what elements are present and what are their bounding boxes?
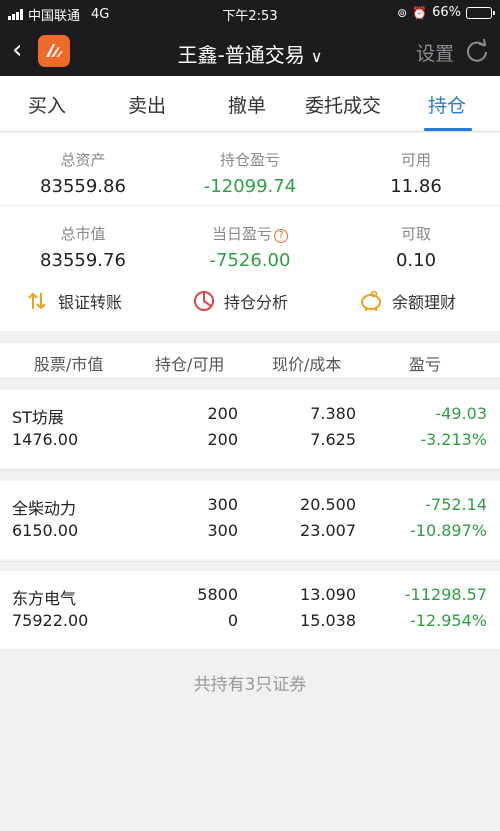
stock-pl: -49.03 — [435, 404, 487, 423]
stock-market-value: 75922.00 — [12, 611, 89, 630]
wealth-button[interactable]: 余额理财 — [358, 289, 456, 313]
today-pl-label: 当日盈亏 — [211, 225, 272, 243]
position-analysis-button[interactable]: 持仓分析 — [192, 289, 288, 313]
account-summary: 总资产 83559.86 持仓盈亏 -12099.74 可用 11.86 总市值… — [0, 133, 500, 331]
header-price: 现价/成本 — [272, 355, 342, 374]
withdrawable-value: 0.10 — [395, 250, 437, 271]
available-value: 11.86 — [390, 176, 442, 197]
stock-name: 全柴动力 — [12, 499, 77, 518]
stock-pl-pct: -12.954% — [410, 611, 487, 630]
stock-price: 20.500 — [300, 495, 356, 514]
stock-pl: -752.14 — [425, 495, 487, 514]
holding-row[interactable]: 东方电气 75922.00 5800 0 13.090 15.038 -1129… — [0, 571, 500, 649]
stock-cost: 15.038 — [300, 611, 356, 630]
row-divider — [0, 561, 500, 562]
withdrawable: 可取 0.10 — [333, 223, 499, 271]
battery-percent: 66% — [432, 5, 461, 20]
piggy-bank-icon — [361, 290, 381, 311]
status-bar: 中国联通 4G 下午2:53 ⊚ ⏰ 66% — [0, 0, 500, 26]
pie-chart-icon — [194, 291, 214, 311]
stock-name: ST坊展 — [12, 408, 64, 427]
trade-tabs: 买入 卖出 撤单 委托成交 持仓 — [0, 76, 500, 132]
holdings-table-header: 股票/市值 持仓/可用 现价/成本 盈亏 — [0, 343, 500, 379]
position-pl: 持仓盈亏 -12099.74 — [167, 149, 333, 197]
position-analysis-label: 持仓分析 — [224, 293, 289, 312]
rotation-lock-icon: ⊚ — [397, 5, 408, 20]
market-value-label: 总市值 — [60, 225, 106, 243]
active-tab-indicator — [424, 128, 472, 131]
header-stock: 股票/市值 — [34, 355, 104, 374]
header-pl: 盈亏 — [409, 355, 442, 374]
today-pl-value: -7526.00 — [209, 250, 291, 271]
settings-button[interactable]: 设置 — [416, 39, 454, 66]
holding-row[interactable]: ST坊展 1476.00 200 200 7.380 7.625 -49.03 … — [0, 390, 500, 468]
bank-transfer-label: 银证转账 — [58, 293, 123, 312]
position-pl-value: -12099.74 — [203, 176, 297, 197]
tab-orders[interactable]: 委托成交 — [305, 91, 381, 118]
available-label: 可用 — [400, 151, 431, 169]
bank-transfer-button[interactable]: 银证转账 — [26, 289, 122, 313]
tab-buy[interactable]: 买入 — [28, 91, 66, 118]
total-assets: 总资产 83559.86 — [0, 149, 166, 197]
stock-market-value: 6150.00 — [12, 521, 79, 540]
refresh-icon[interactable] — [464, 38, 490, 64]
quick-actions: 银证转账 持仓分析 余额理财 — [0, 285, 500, 325]
row-divider — [0, 470, 500, 471]
holding-row[interactable]: 全柴动力 6150.00 300 300 20.500 23.007 -752.… — [0, 481, 500, 559]
stock-available: 200 — [207, 430, 238, 449]
stock-price: 13.090 — [300, 585, 356, 604]
tab-cancel[interactable]: 撤单 — [228, 91, 266, 118]
stock-position: 5800 — [197, 585, 238, 604]
stock-position: 200 — [207, 404, 238, 423]
tab-sell[interactable]: 卖出 — [128, 91, 166, 118]
wealth-label: 余额理财 — [392, 293, 457, 312]
stock-cost: 23.007 — [300, 521, 356, 540]
chevron-down-icon: ∨ — [310, 47, 323, 66]
summary-divider — [0, 205, 500, 206]
stock-position: 300 — [207, 495, 238, 514]
total-assets-value: 83559.86 — [40, 176, 126, 197]
stock-pl: -11298.57 — [404, 585, 487, 604]
market-value: 总市值 83559.76 — [0, 223, 166, 271]
battery-icon — [466, 6, 495, 19]
stock-price: 7.380 — [310, 404, 356, 423]
today-pl: 当日盈亏? -7526.00 — [167, 223, 333, 271]
stock-pl-pct: -3.213% — [420, 430, 487, 449]
alarm-icon: ⏰ — [412, 5, 428, 20]
holdings-count: 共持有3只证券 — [0, 650, 500, 712]
stock-available: 300 — [207, 521, 238, 540]
stock-name: 东方电气 — [12, 589, 77, 608]
stock-available: 0 — [227, 611, 238, 630]
page-title: 王鑫-普通交易 — [177, 43, 305, 67]
header-position: 持仓/可用 — [155, 355, 225, 374]
total-assets-label: 总资产 — [60, 151, 106, 169]
market-value-value: 83559.76 — [40, 250, 126, 271]
stock-pl-pct: -10.897% — [410, 521, 487, 540]
stock-cost: 7.625 — [310, 430, 356, 449]
tab-positions[interactable]: 持仓 — [428, 91, 466, 118]
stock-market-value: 1476.00 — [12, 430, 79, 449]
withdrawable-label: 可取 — [400, 225, 431, 243]
nav-bar: ‹ 王鑫-普通交易 ∨ 设置 — [0, 26, 500, 76]
help-icon[interactable]: ? — [274, 229, 288, 243]
available-funds: 可用 11.86 — [333, 149, 499, 197]
transfer-icon — [28, 292, 46, 310]
position-pl-label: 持仓盈亏 — [219, 151, 280, 169]
